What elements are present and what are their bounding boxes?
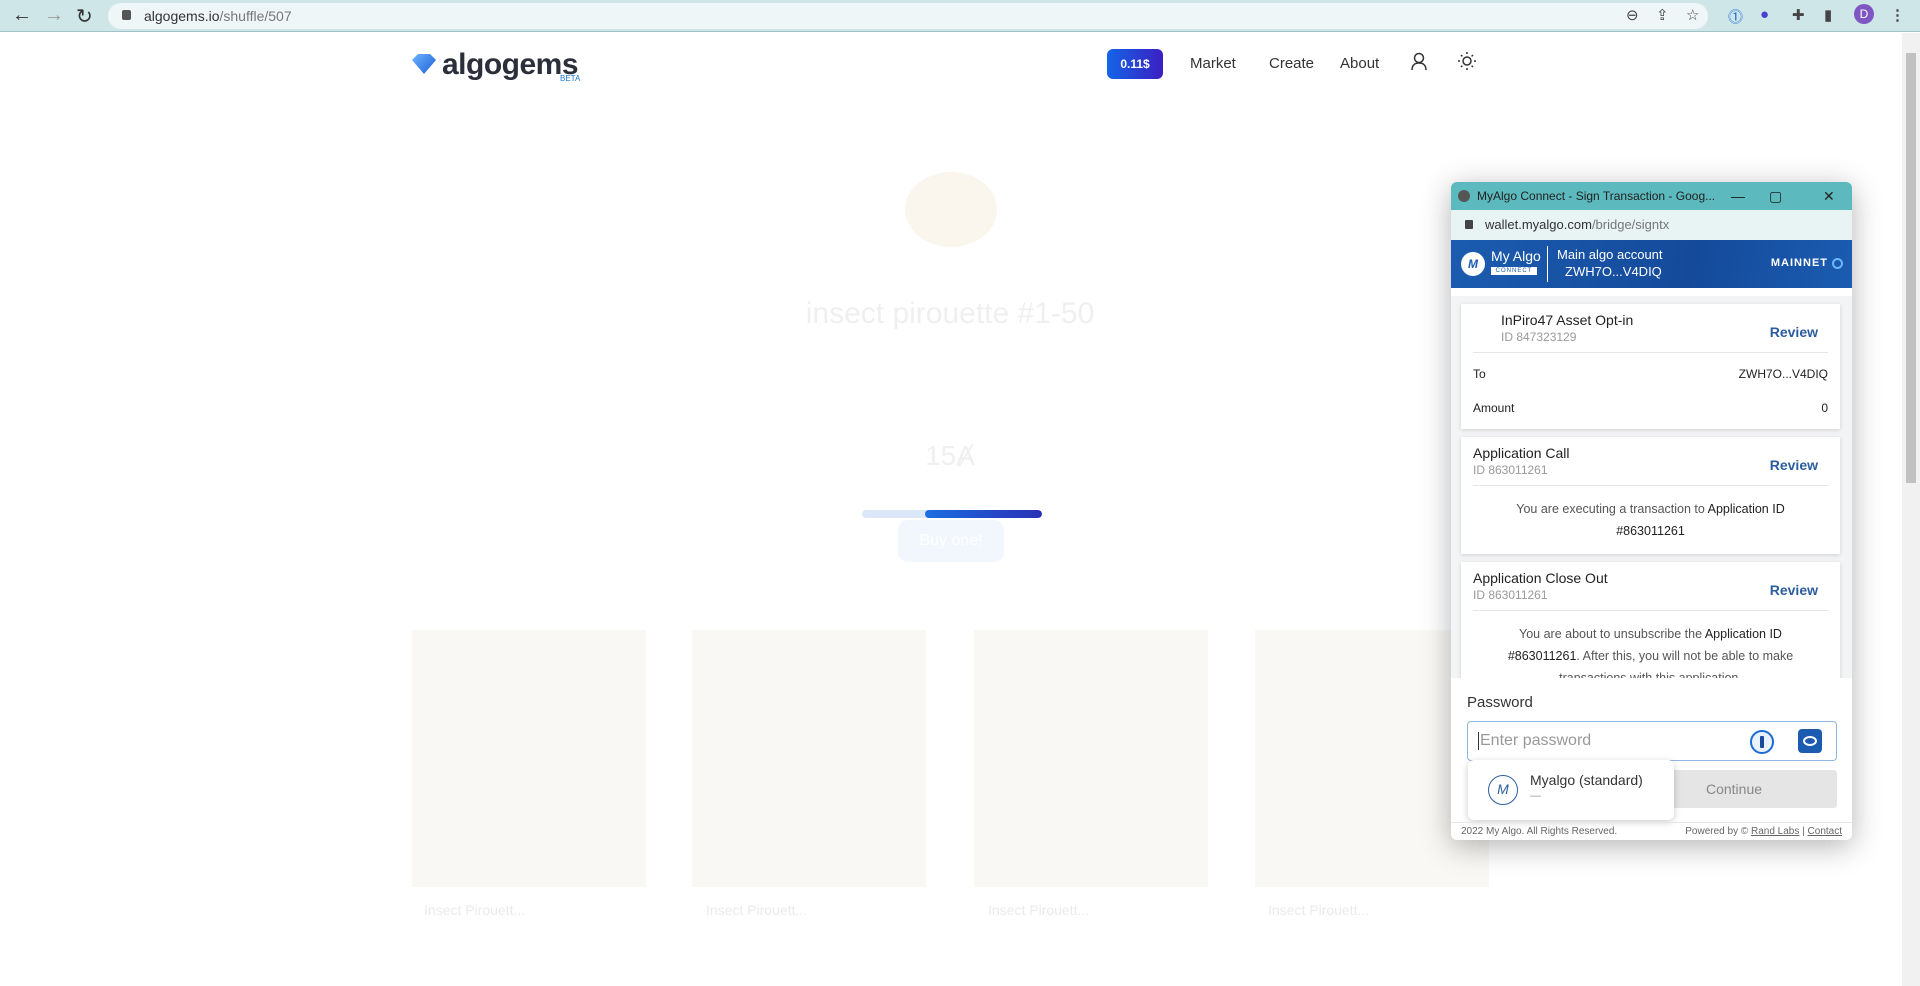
password-manager-extension-icon[interactable]: ⓵	[1728, 6, 1743, 27]
autofill-suggestion[interactable]: M Myalgo (standard) —	[1468, 760, 1674, 820]
theme-sun-icon[interactable]	[1458, 52, 1476, 70]
to-label: To	[1473, 367, 1486, 381]
review-button[interactable]: Review	[1770, 457, 1818, 473]
password-manager-icon[interactable]	[1750, 730, 1774, 754]
copyright: 2022 My Algo. All Rights Reserved.	[1461, 826, 1618, 837]
review-button[interactable]: Review	[1770, 324, 1818, 340]
lock-icon	[1465, 220, 1473, 229]
nav-about[interactable]: About	[1340, 55, 1379, 72]
transaction-card: Application Call ID 863011261 Review You…	[1461, 437, 1840, 554]
extension-icon[interactable]: ●	[1760, 6, 1769, 23]
separator: |	[1799, 826, 1808, 837]
autofill-label: Myalgo (standard)	[1530, 772, 1643, 788]
divider	[1547, 246, 1548, 282]
url-text: algogems.io/shuffle/507	[144, 8, 292, 24]
myalgo-header: M My Algo CONNECT Main algo account ZWH7…	[1451, 240, 1852, 288]
lock-icon	[122, 10, 131, 20]
nft-card[interactable]	[412, 630, 646, 887]
reload-icon[interactable]: ↻	[76, 4, 93, 29]
account-info: Main algo account ZWH7O...V4DIQ	[1557, 246, 1663, 280]
popup-footer: 2022 My Algo. All Rights Reserved. Power…	[1451, 822, 1852, 840]
nft-card-title: Insect Pirouett...	[706, 902, 808, 918]
to-value: ZWH7O...V4DIQ	[1738, 367, 1828, 381]
myalgo-logo-icon: M	[1461, 252, 1485, 276]
tx-description: You are about to unsubscribe the Applica…	[1507, 627, 1794, 678]
brand-name: My Algo	[1491, 248, 1541, 264]
popup-url-path: /bridge/signtx	[1591, 217, 1670, 232]
popup-window-title: MyAlgo Connect - Sign Transaction - Goog…	[1477, 189, 1716, 203]
extensions-puzzle-icon[interactable]: ✚	[1792, 6, 1805, 24]
account-name: Main algo account	[1557, 247, 1663, 262]
nft-card-title: Insect Pirouett...	[424, 902, 526, 918]
tx-description: You are executing a transaction to Appli…	[1516, 502, 1785, 538]
nav-create[interactable]: Create	[1269, 55, 1314, 72]
profile-avatar[interactable]: D	[1854, 4, 1874, 24]
transaction-card: Application Close Out ID 863011261 Revie…	[1461, 562, 1840, 678]
password-placeholder: Enter password	[1478, 732, 1592, 750]
globe-icon	[1458, 190, 1470, 202]
zoom-icon[interactable]: ⊖	[1626, 6, 1639, 24]
rand-labs-link[interactable]: Rand Labs	[1751, 826, 1799, 837]
loading-progress	[862, 510, 1042, 518]
network-status-icon	[1832, 258, 1843, 269]
nft-card-title: Insect Pirouett...	[1268, 902, 1370, 918]
back-icon[interactable]: ←	[12, 4, 32, 27]
amount-value: 0	[1821, 401, 1828, 415]
autofill-sub: —	[1530, 790, 1541, 802]
side-panel-icon[interactable]: ▮	[1824, 6, 1832, 24]
review-button[interactable]: Review	[1770, 582, 1818, 598]
contact-link[interactable]: Contact	[1808, 826, 1842, 837]
address-bar[interactable]: algogems.io/shuffle/507 ⊖ ⇪ ☆	[108, 3, 1708, 29]
amount-label: Amount	[1473, 401, 1515, 415]
popup-url-bar: wallet.myalgo.com/bridge/signtx	[1451, 210, 1852, 240]
nft-card-title: Insect Pirouett...	[988, 902, 1090, 918]
beta-label: BETA	[560, 74, 581, 83]
close-icon[interactable]: ✕	[1823, 182, 1835, 210]
browser-toolbar: ← → ↻ algogems.io/shuffle/507 ⊖ ⇪ ☆ ⓵ ● …	[0, 0, 1920, 32]
network-label: MAINNET	[1770, 257, 1828, 269]
nft-card[interactable]	[692, 630, 926, 887]
algo-price-badge[interactable]: 0.11$	[1107, 49, 1163, 79]
password-input[interactable]: Enter password	[1467, 721, 1837, 761]
powered-by: Powered by ©	[1685, 826, 1751, 837]
menu-icon[interactable]: ⋮	[1890, 6, 1905, 24]
myalgo-sign-popup: MyAlgo Connect - Sign Transaction - Goog…	[1451, 182, 1852, 840]
share-icon[interactable]: ⇪	[1656, 6, 1669, 24]
nft-card[interactable]	[974, 630, 1208, 887]
nav-market[interactable]: Market	[1190, 55, 1236, 72]
popup-url-host: wallet.myalgo.com	[1485, 217, 1592, 232]
password-label: Password	[1467, 694, 1533, 711]
maximize-icon[interactable]: ▢	[1769, 182, 1782, 210]
site-logo[interactable]: algogems	[412, 48, 579, 82]
buy-button[interactable]: Buy one!	[898, 520, 1004, 562]
minimize-icon[interactable]: —	[1731, 182, 1745, 210]
account-address: ZWH7O...V4DIQ	[1565, 264, 1662, 279]
popup-titlebar: MyAlgo Connect - Sign Transaction - Goog…	[1451, 182, 1852, 210]
user-icon[interactable]	[1410, 52, 1428, 70]
show-password-eye-icon[interactable]	[1798, 729, 1822, 753]
forward-icon[interactable]: →	[44, 4, 64, 27]
transaction-list[interactable]: InPiro47 Asset Opt-in ID 847323129 Revie…	[1451, 296, 1852, 678]
page-scrollbar[interactable]	[1902, 33, 1920, 986]
progress-fill	[925, 510, 1042, 518]
bookmark-star-icon[interactable]: ☆	[1686, 6, 1699, 24]
myalgo-icon: M	[1488, 775, 1518, 805]
brand-sub: CONNECT	[1491, 267, 1537, 275]
creator-avatar	[905, 172, 997, 247]
transaction-card: InPiro47 Asset Opt-in ID 847323129 Revie…	[1461, 304, 1840, 429]
